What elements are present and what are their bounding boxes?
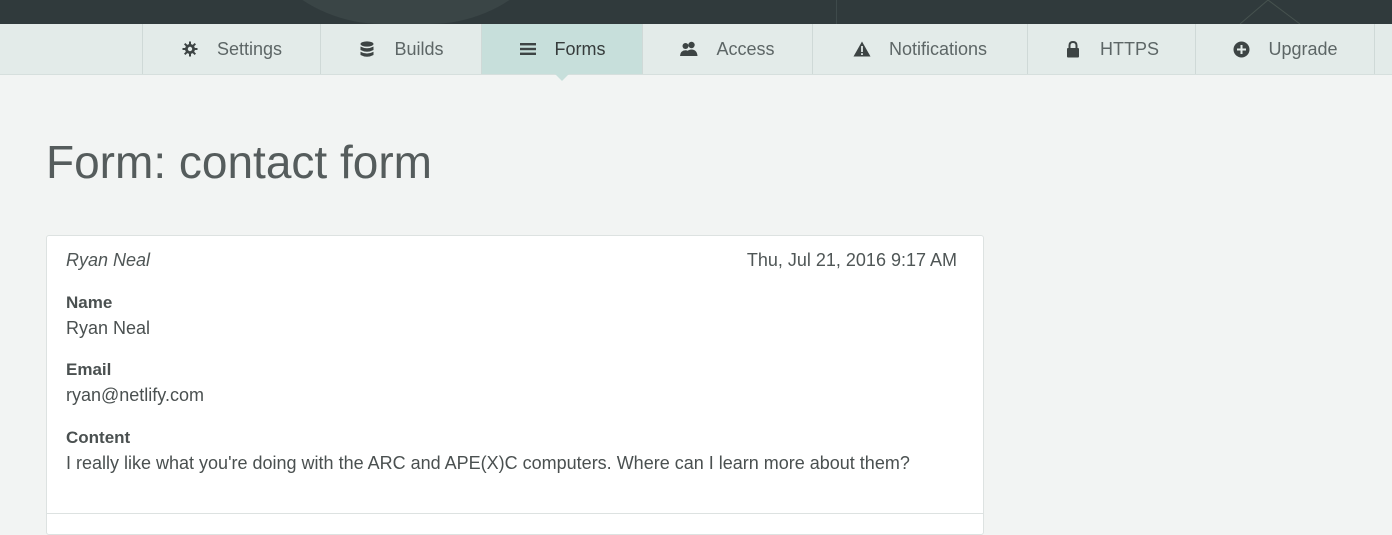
tab-access-label: Access bbox=[716, 38, 775, 59]
tab-settings[interactable]: Settings bbox=[142, 24, 320, 74]
field-value-name: Ryan Neal bbox=[66, 318, 151, 338]
submission-card: Ryan Neal Thu, Jul 21, 2016 9:17 AM Name… bbox=[46, 235, 984, 535]
page-title: Form: contact form bbox=[46, 136, 432, 188]
tab-settings-label: Settings bbox=[216, 38, 283, 59]
lock-icon bbox=[1064, 40, 1082, 58]
tab-forms[interactable]: Forms bbox=[481, 24, 642, 81]
field-label-email: Email bbox=[66, 360, 112, 379]
tab-https-label: HTTPS bbox=[1099, 38, 1159, 59]
top-banner bbox=[0, 0, 1392, 24]
gear-icon bbox=[181, 40, 199, 58]
tab-forms-label: Forms bbox=[554, 38, 606, 59]
submission-sender: Ryan Neal bbox=[66, 250, 151, 270]
banner-decoration bbox=[238, 0, 574, 24]
tab-builds[interactable]: Builds bbox=[320, 24, 481, 74]
nav-tabs: Settings Builds Forms Access Notificatio… bbox=[142, 24, 1375, 81]
plus-circle-icon bbox=[1232, 40, 1250, 58]
banner-diagonal bbox=[1239, 0, 1301, 24]
field-label-content: Content bbox=[66, 428, 131, 447]
tab-notifications[interactable]: Notifications bbox=[812, 24, 1027, 74]
field-label-name: Name bbox=[66, 293, 113, 312]
banner-line bbox=[836, 0, 837, 24]
tab-access[interactable]: Access bbox=[642, 24, 812, 74]
site-nav: Settings Builds Forms Access Notificatio… bbox=[0, 24, 1392, 81]
field-value-content: I really like what you're doing with the… bbox=[66, 453, 910, 473]
tab-upgrade[interactable]: Upgrade bbox=[1195, 24, 1375, 74]
database-icon bbox=[358, 40, 376, 58]
tab-upgrade-label: Upgrade bbox=[1268, 38, 1338, 59]
tab-https[interactable]: HTTPS bbox=[1027, 24, 1195, 74]
warning-icon bbox=[853, 40, 871, 58]
card-divider bbox=[47, 513, 983, 514]
tab-notifications-label: Notifications bbox=[888, 38, 988, 59]
submission-date: Thu, Jul 21, 2016 9:17 AM bbox=[746, 250, 957, 270]
list-icon bbox=[519, 40, 537, 58]
field-value-email: ryan@netlify.com bbox=[66, 385, 204, 405]
users-icon bbox=[680, 40, 698, 58]
tab-builds-label: Builds bbox=[394, 38, 444, 59]
